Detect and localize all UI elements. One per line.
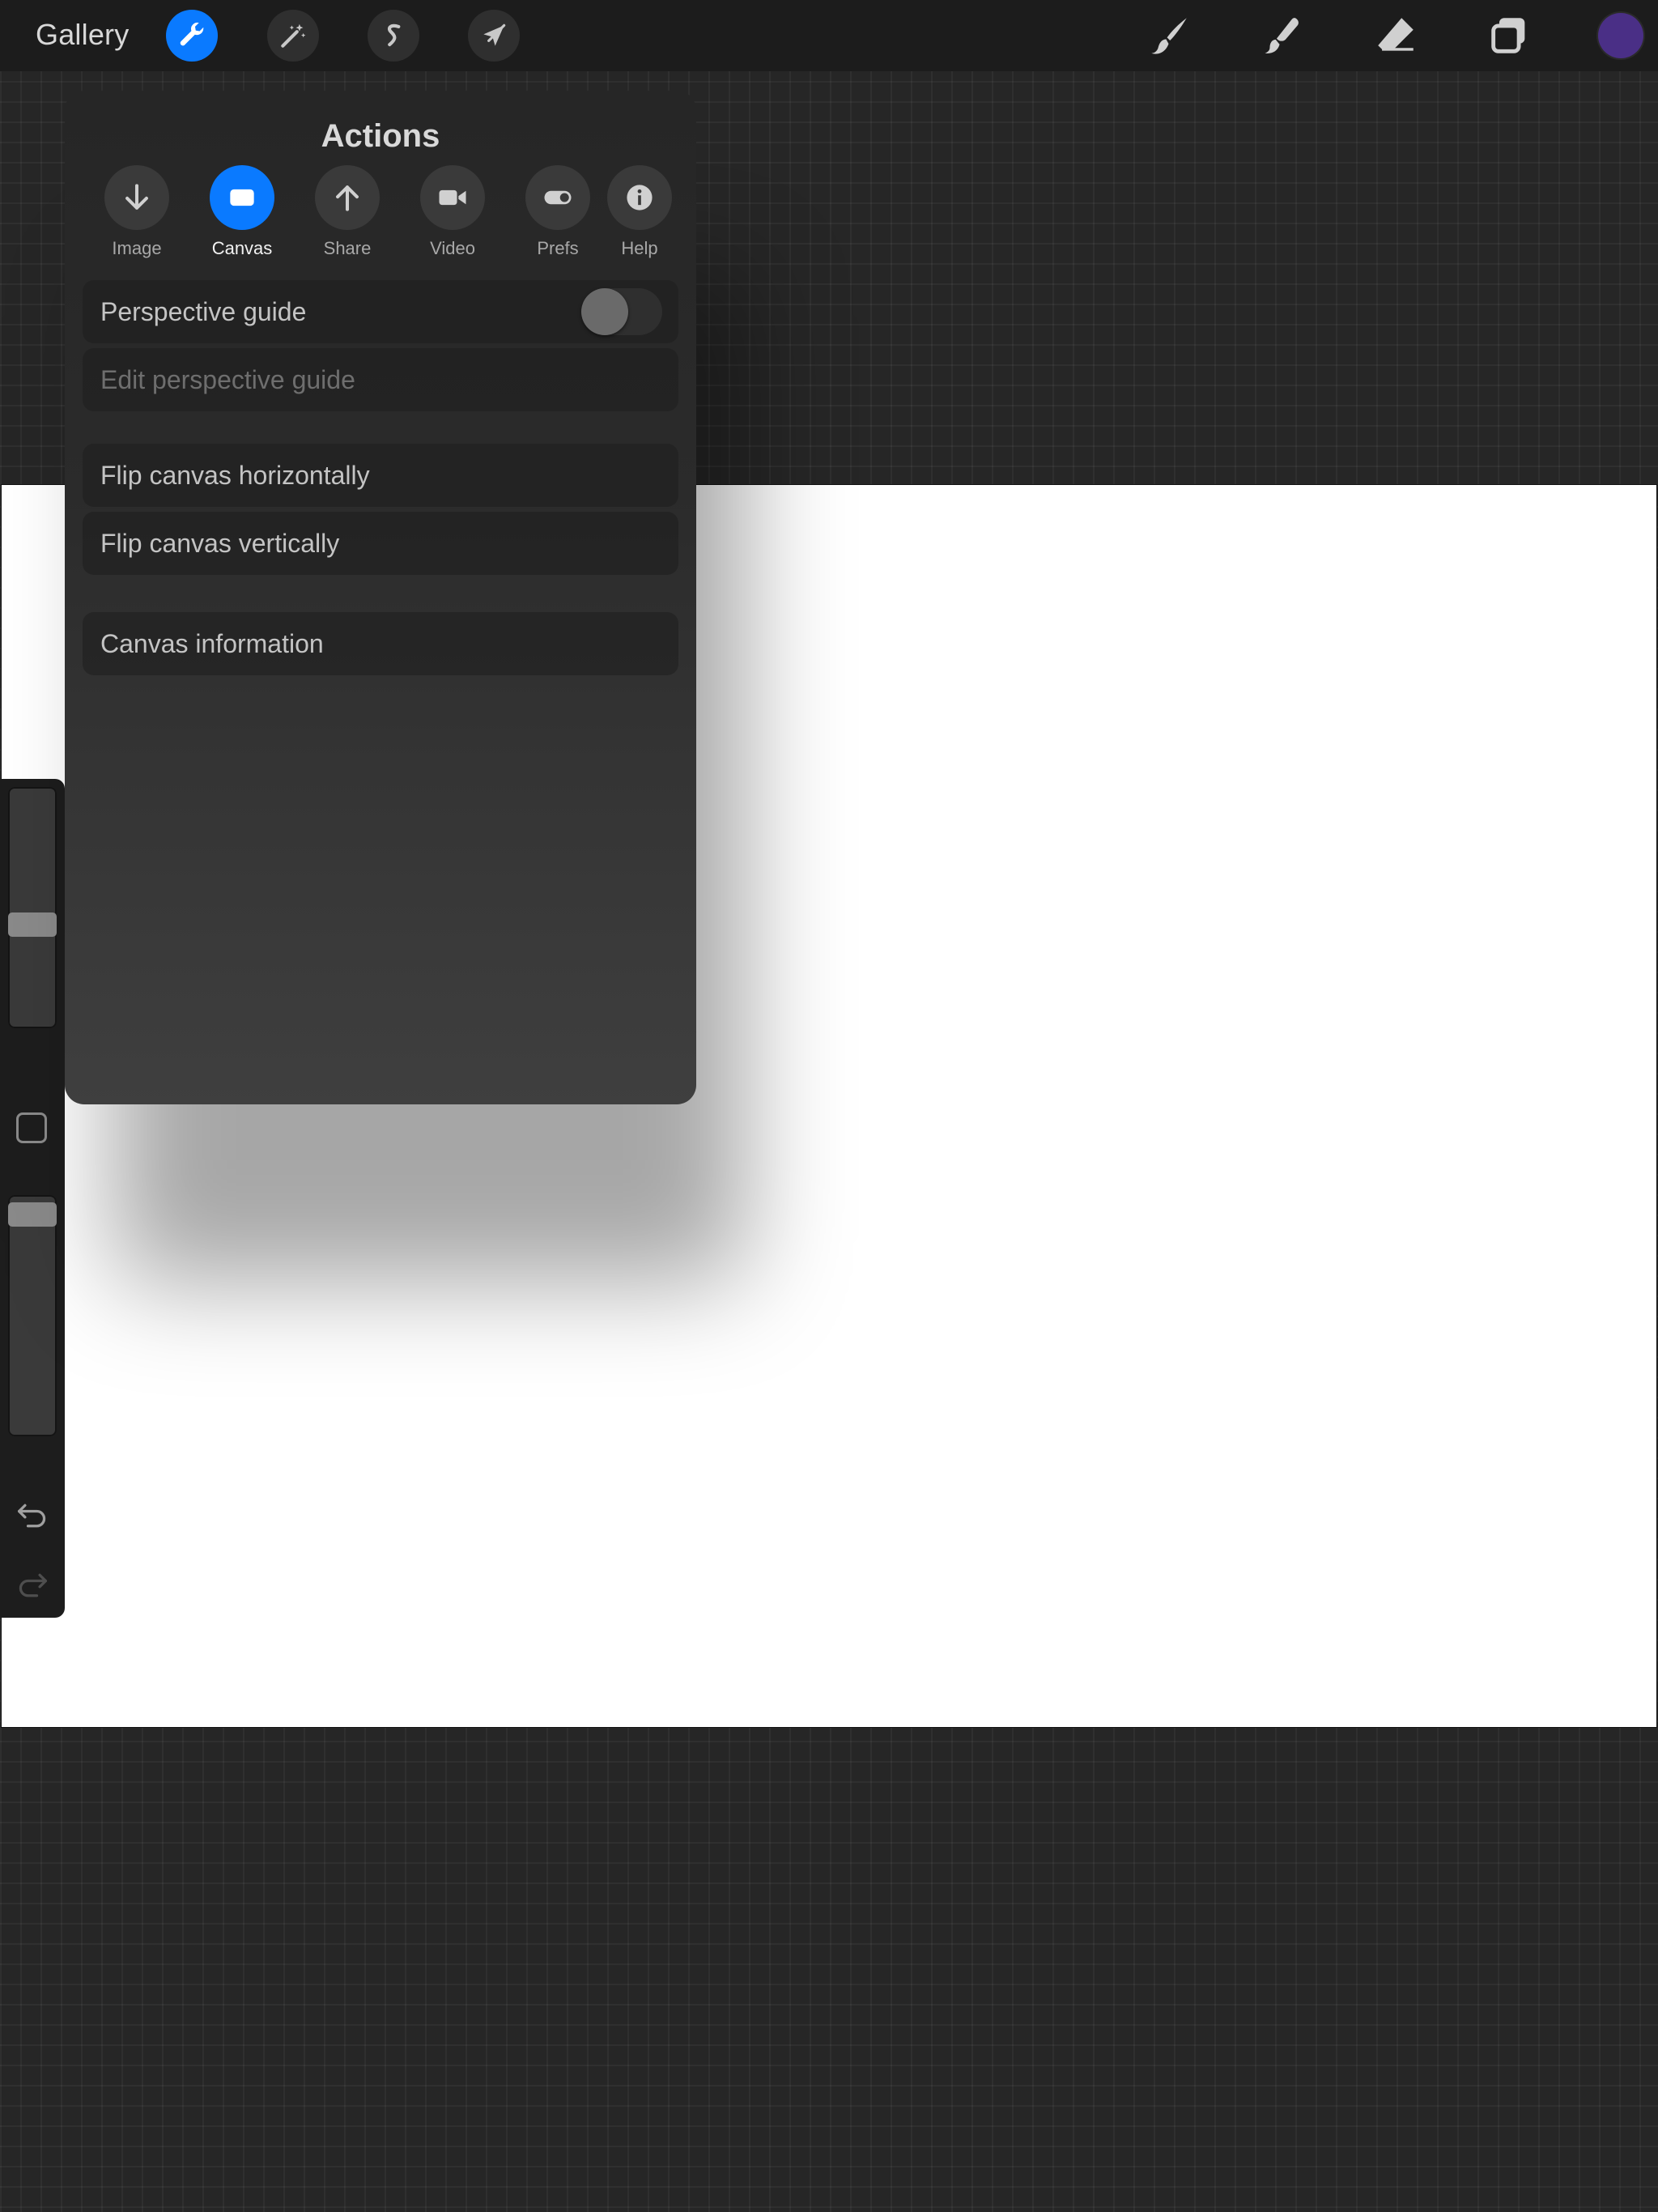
brush-size-slider[interactable] [8, 787, 57, 1028]
magic-wand-icon [281, 23, 306, 48]
selection-button[interactable] [368, 10, 419, 62]
perspective-guide-row[interactable]: Perspective guide [83, 280, 678, 343]
tab-label: Help [621, 238, 658, 258]
tab-help[interactable]: Help [607, 165, 672, 259]
edit-perspective-guide-row: Edit perspective guide [83, 348, 678, 411]
tab-image[interactable]: Image [92, 165, 181, 259]
brush-size-thumb[interactable] [8, 912, 57, 937]
left-sidebar [0, 779, 65, 1618]
actions-button[interactable] [166, 10, 218, 62]
arrow-cursor-icon [483, 23, 506, 46]
tab-label: Canvas [211, 238, 273, 258]
canvas-information-label: Canvas information [100, 628, 324, 658]
adjustments-button[interactable] [267, 10, 319, 62]
eraser-button[interactable] [1371, 11, 1420, 60]
flip-vertical-label: Flip canvas vertically [100, 528, 340, 558]
share-arrow-icon [336, 185, 359, 211]
tab-label: Video [430, 238, 475, 258]
info-icon [627, 185, 653, 211]
modify-button[interactable] [16, 1112, 47, 1143]
layers-icon [1491, 18, 1525, 53]
opacity-slider[interactable] [8, 1195, 57, 1436]
toggle-knob [581, 288, 628, 335]
transform-button[interactable] [468, 10, 520, 62]
undo-icon[interactable] [15, 1499, 50, 1532]
canvas-icon [230, 189, 254, 206]
tab-video[interactable]: Video [408, 165, 497, 259]
video-camera-icon [439, 189, 466, 206]
wrench-icon [180, 22, 204, 46]
tab-label: Image [112, 238, 162, 258]
download-arrow-icon [125, 184, 148, 210]
tab-share[interactable]: Share [303, 165, 392, 259]
canvas-information-row[interactable]: Canvas information [83, 612, 678, 675]
eraser-icon [1378, 18, 1414, 51]
toggle-switch-icon [544, 190, 572, 205]
smudge-button[interactable] [1257, 11, 1306, 60]
redo-icon[interactable] [15, 1569, 50, 1602]
perspective-guide-label: Perspective guide [100, 296, 307, 326]
flip-horizontal-label: Flip canvas horizontally [100, 460, 370, 490]
perspective-guide-toggle[interactable] [581, 288, 662, 335]
tab-prefs[interactable]: Prefs [513, 165, 602, 259]
layers-button[interactable] [1485, 11, 1533, 60]
panel-title: Actions [321, 118, 440, 154]
actions-panel: Actions Image Canvas Share Video Prefs H… [65, 91, 696, 1104]
selection-s-icon [387, 23, 401, 47]
opacity-thumb[interactable] [8, 1202, 57, 1227]
top-toolbar: Gallery [0, 0, 1658, 71]
flip-vertical-row[interactable]: Flip canvas vertically [83, 512, 678, 575]
tab-label: Share [323, 238, 372, 258]
gallery-button[interactable]: Gallery [36, 18, 129, 52]
brush-button[interactable] [1145, 11, 1193, 60]
color-picker-button[interactable] [1598, 13, 1643, 58]
brush-icon [1151, 18, 1187, 54]
flip-horizontal-row[interactable]: Flip canvas horizontally [83, 444, 678, 507]
tab-label: Prefs [537, 238, 579, 258]
tab-canvas[interactable]: Canvas [198, 165, 287, 259]
edit-perspective-guide-label: Edit perspective guide [100, 364, 355, 394]
smudge-icon [1265, 18, 1299, 53]
